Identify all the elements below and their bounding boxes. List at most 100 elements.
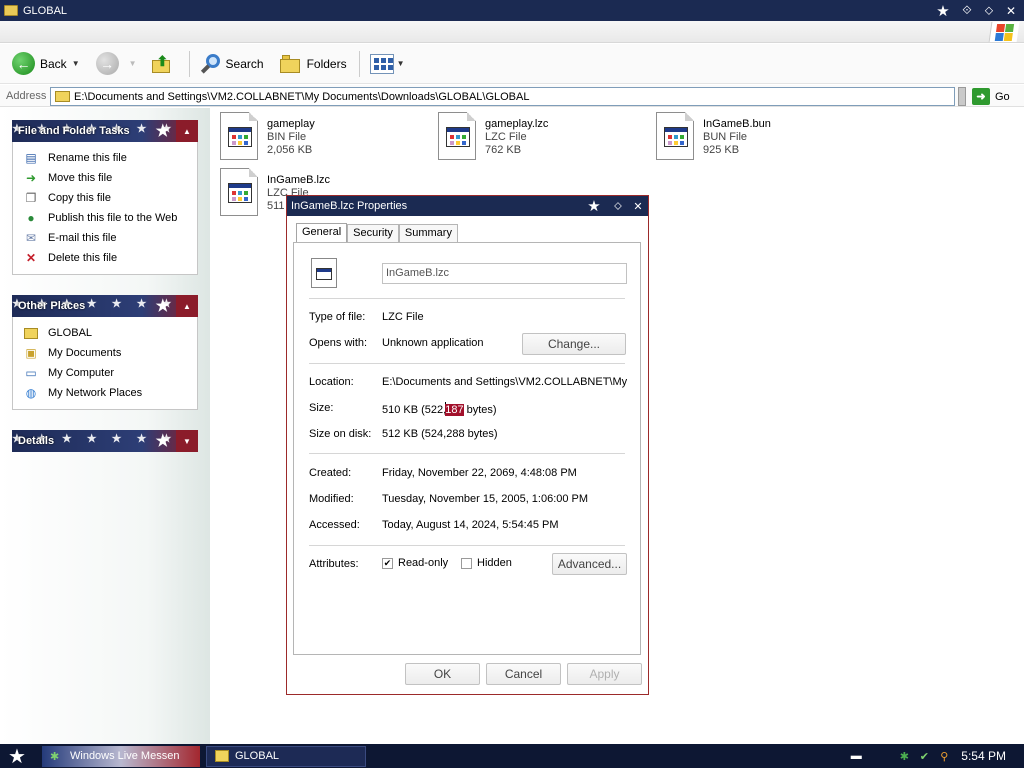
minimize-button[interactable]: ⟐ <box>956 3 978 18</box>
chevron-down-icon[interactable]: ▼ <box>397 59 405 68</box>
other-places-panel: ★ ★ ★ ★ ★ ★ ★ ★ Other Places ★ ▲ GLOBAL … <box>12 295 198 410</box>
back-button[interactable]: ← Back ▼ <box>8 48 84 80</box>
close-button[interactable]: ✕ <box>1000 4 1022 18</box>
task-copy-file[interactable]: ❐ Copy this file <box>23 188 197 208</box>
details-panel: ★ ★ ★ ★ ★ ★ ★ ★ Details ★ ▼ <box>12 430 198 452</box>
change-button[interactable]: Change... <box>522 333 626 355</box>
size-on-disk-label: Size on disk: <box>309 428 372 440</box>
folder-icon <box>23 325 39 341</box>
file-size: 2,056 KB <box>267 144 313 156</box>
taskbar-item-messenger[interactable]: ✱ Windows Live Messen <box>42 745 200 767</box>
window-title: GLOBAL <box>23 4 68 17</box>
folders-button[interactable]: Folders <box>276 48 351 80</box>
tab-summary[interactable]: Summary <box>398 224 458 243</box>
views-button[interactable]: ▼ <box>366 48 409 80</box>
forward-arrow-icon: → <box>95 52 119 75</box>
up-folder-button[interactable]: ⬆ <box>147 48 181 80</box>
created-label: Created: <box>309 467 352 479</box>
keyboard-icon[interactable]: ▬ <box>849 749 863 763</box>
address-label: Address <box>6 89 47 102</box>
file-name: gameplay.lzc <box>485 118 549 130</box>
hidden-checkbox[interactable]: Hidden <box>461 557 512 569</box>
star-icon: ★ <box>155 123 170 140</box>
task-delete-file[interactable]: ✕ Delete this file <box>23 248 197 268</box>
place-label: My Documents <box>48 347 122 359</box>
file-tasks-title: File and Folder Tasks <box>18 125 130 137</box>
place-my-computer[interactable]: ▭ My Computer <box>23 363 197 383</box>
folders-label: Folders <box>306 56 347 71</box>
accessed-value: Today, August 14, 2024, 5:54:45 PM <box>382 519 559 531</box>
folder-icon <box>215 750 229 762</box>
accessed-label: Accessed: <box>309 519 360 531</box>
tab-general[interactable]: General <box>296 223 348 244</box>
toolbar-separator <box>188 50 190 77</box>
back-arrow-icon: ← <box>12 52 35 75</box>
file-icon <box>220 168 258 216</box>
taskbar-item-global[interactable]: GLOBAL <box>206 745 366 767</box>
divider <box>309 298 625 299</box>
place-label: GLOBAL <box>48 327 93 339</box>
address-dropdown-button[interactable] <box>958 87 966 106</box>
place-global[interactable]: GLOBAL <box>23 323 197 343</box>
task-move-file[interactable]: ➜ Move this file <box>23 168 197 188</box>
expand-chevron-icon[interactable]: ▼ <box>176 430 198 452</box>
task-label: Copy this file <box>48 192 111 204</box>
task-rename-file[interactable]: ▤ Rename this file <box>23 148 197 168</box>
type-value: LZC File <box>382 311 424 323</box>
opens-with-value: Unknown application <box>382 337 484 349</box>
search-label: Search <box>225 56 264 71</box>
place-network[interactable]: ◍ My Network Places <box>23 383 197 403</box>
search-button[interactable]: Search <box>196 48 268 80</box>
task-label: Move this file <box>48 172 113 184</box>
task-pane: ★ ★ ★ ★ ★ ★ ★ ★ File and Folder Tasks ★ … <box>0 108 210 744</box>
messenger-tray-icon[interactable]: ✱ <box>897 749 911 763</box>
task-email-file[interactable]: ✉ E-mail this file <box>23 228 197 248</box>
system-tray: ▬ ✱ ✔ ⚲ 5:54 PM <box>843 744 1024 768</box>
clock: 5:54 PM <box>961 749 1006 763</box>
dialog-titlebar[interactable]: InGameB.lzc Properties ★ ⬦ ✕ <box>287 196 648 216</box>
opens-with-label: Opens with: <box>309 337 368 349</box>
size-on-disk-value: 512 KB (524,288 bytes) <box>382 428 498 440</box>
security-tray-icon[interactable]: ✔ <box>917 749 931 763</box>
place-my-documents[interactable]: ▣ My Documents <box>23 343 197 363</box>
chevron-down-icon[interactable]: ▼ <box>129 59 137 68</box>
details-title: Details <box>18 435 55 447</box>
start-button[interactable]: ★ <box>0 744 34 768</box>
search-tray-icon[interactable]: ⚲ <box>937 749 951 763</box>
file-type: BIN File <box>267 131 307 143</box>
maximize-button[interactable]: ⬦ <box>978 3 1000 18</box>
forward-button[interactable]: → ▼ <box>92 48 141 80</box>
other-places-header[interactable]: ★ ★ ★ ★ ★ ★ ★ ★ Other Places ★ ▲ <box>12 295 198 317</box>
go-arrow-icon: ➜ <box>972 88 990 105</box>
file-item[interactable]: gameplay.lzc LZC File 762 KB <box>438 112 548 160</box>
window-titlebar[interactable]: GLOBAL ★ ⟐ ⬦ ✕ <box>0 0 1024 21</box>
advanced-button[interactable]: Advanced... <box>552 553 627 575</box>
tab-security[interactable]: Security <box>347 224 399 243</box>
search-icon <box>200 53 222 75</box>
readonly-checkbox[interactable]: ✔ Read-only <box>382 557 448 569</box>
address-input[interactable]: E:\Documents and Settings\VM2.COLLABNET\… <box>50 87 955 106</box>
place-label: My Computer <box>48 367 115 379</box>
collapse-chevron-icon[interactable]: ▲ <box>176 120 198 142</box>
filename-input[interactable]: InGameB.lzc <box>382 263 627 284</box>
taskbar-item-label: Windows Live Messen <box>70 750 180 762</box>
apply-button[interactable]: Apply <box>567 663 642 685</box>
dialog-help-button[interactable]: ⬦ <box>608 200 628 213</box>
hidden-label: Hidden <box>477 557 512 569</box>
details-header[interactable]: ★ ★ ★ ★ ★ ★ ★ ★ Details ★ ▼ <box>12 430 198 452</box>
general-tab-panel: InGameB.lzc Type of file: LZC File Opens… <box>293 242 641 655</box>
file-item[interactable]: gameplay BIN File 2,056 KB <box>220 112 315 160</box>
ok-button[interactable]: OK <box>405 663 480 685</box>
go-button[interactable]: ➜ Go <box>972 87 1010 106</box>
cancel-button[interactable]: Cancel <box>486 663 561 685</box>
collapse-chevron-icon[interactable]: ▲ <box>176 295 198 317</box>
move-icon: ➜ <box>25 171 37 185</box>
folder-icon <box>4 5 18 16</box>
chevron-down-icon[interactable]: ▼ <box>72 59 80 68</box>
toolbar-separator <box>358 50 360 77</box>
file-icon <box>438 112 476 160</box>
file-tasks-header[interactable]: ★ ★ ★ ★ ★ ★ ★ ★ File and Folder Tasks ★ … <box>12 120 198 142</box>
dialog-close-button[interactable]: ✕ <box>628 200 648 213</box>
task-publish-web[interactable]: ● Publish this file to the Web <box>23 208 197 228</box>
file-item[interactable]: InGameB.bun BUN File 925 KB <box>656 112 771 160</box>
